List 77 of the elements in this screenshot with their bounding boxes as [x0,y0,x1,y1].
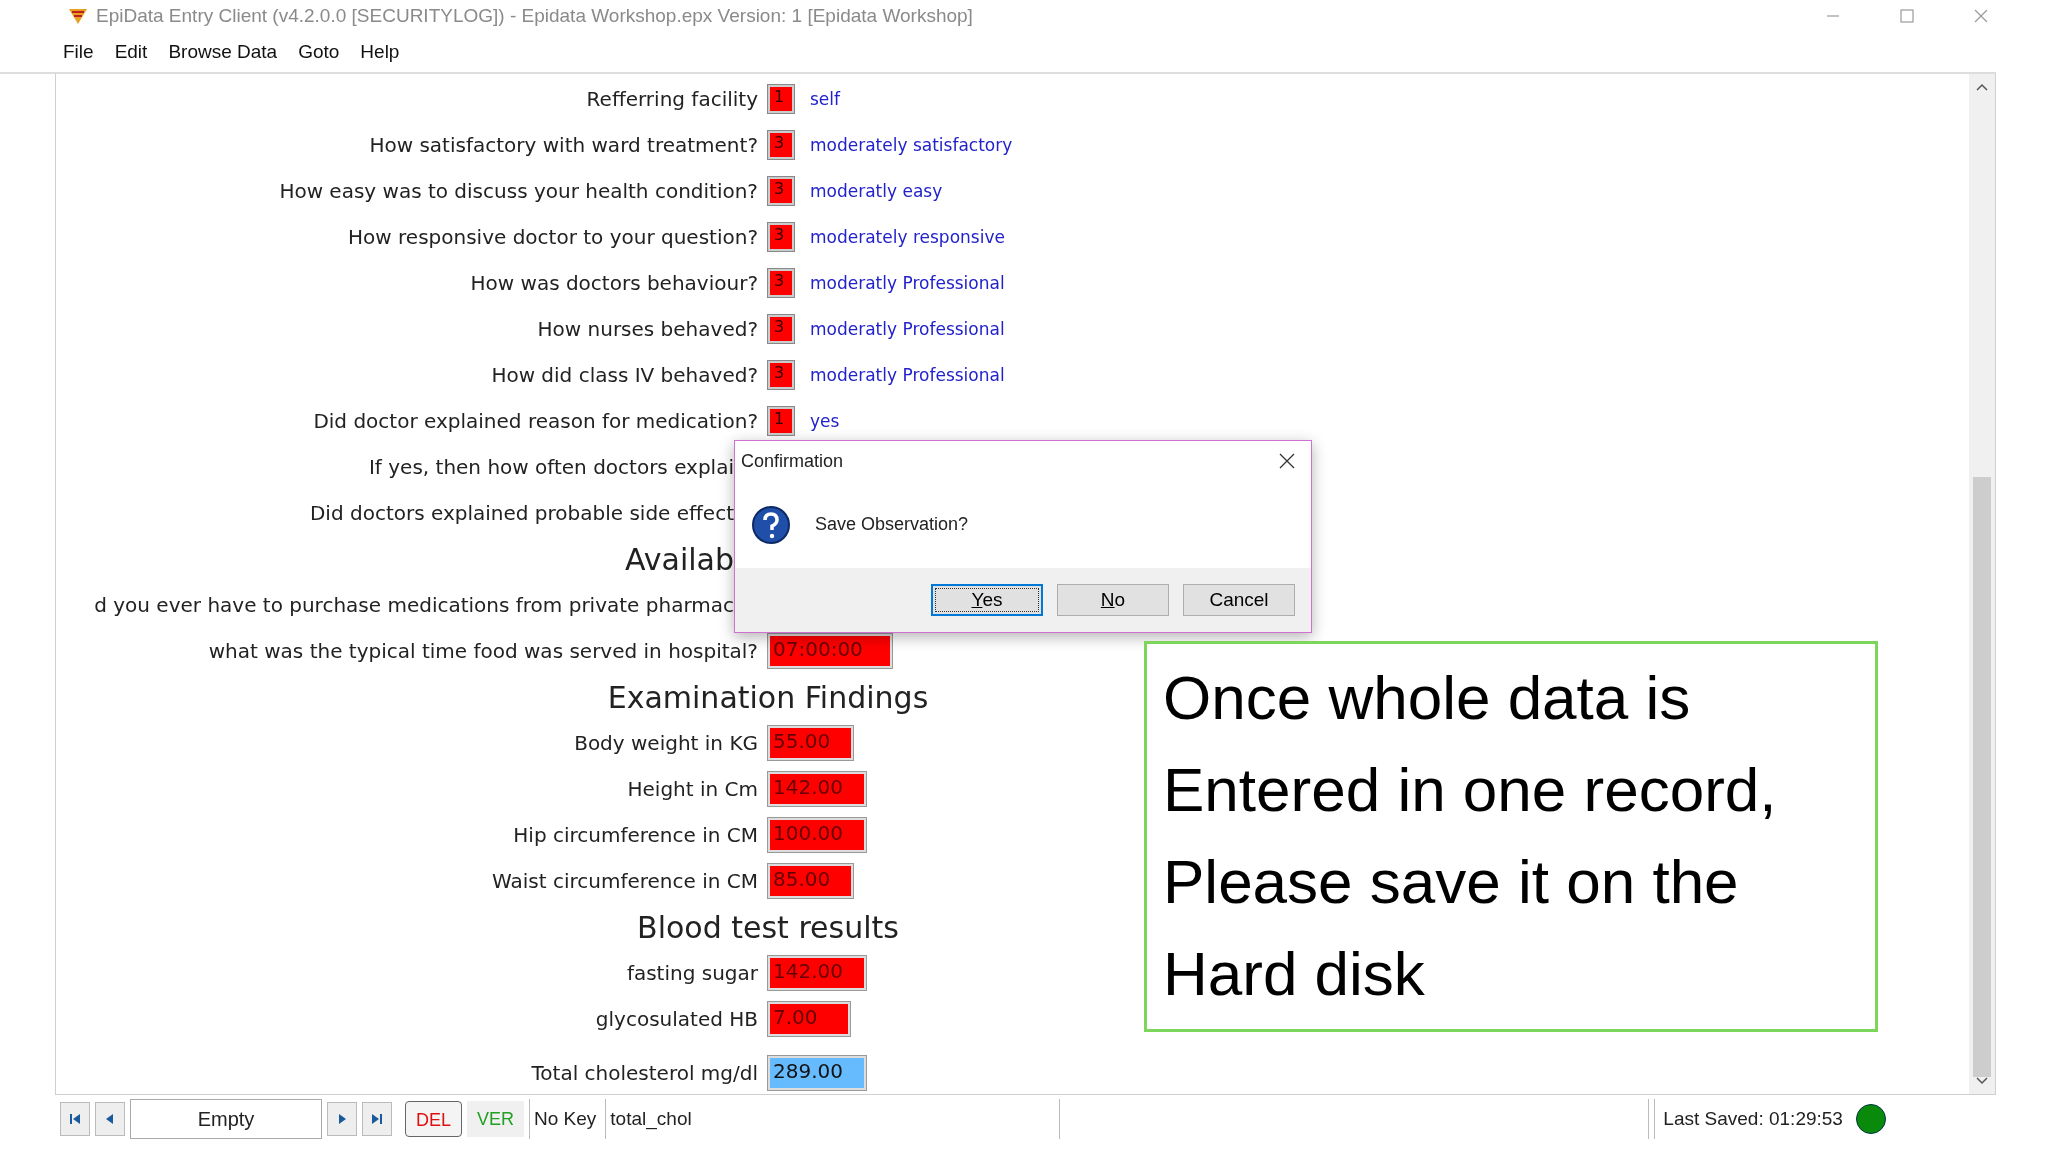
input-field[interactable]: 289.00 [768,1056,866,1090]
input-field[interactable]: 55.00 [768,726,853,760]
input-field[interactable]: 142.00 [768,772,866,806]
dialog-button[interactable]: No [1057,584,1169,616]
key-status: No Key [529,1099,601,1139]
field-label: Waist circumference in CM [491,869,758,893]
next-record-button[interactable] [327,1102,357,1136]
input-field[interactable]: 142.00 [768,956,866,990]
value-label: moderatly easy [810,181,943,201]
last-record-icon [370,1112,384,1126]
first-record-icon [68,1112,82,1126]
record-field[interactable]: Empty [130,1099,322,1139]
input-field[interactable]: 85.00 [768,864,853,898]
field-label: If yes, then how often doctors explai [367,455,734,479]
verify-label: VER [467,1101,525,1137]
previous-record-button[interactable] [95,1102,125,1136]
input-field[interactable]: 7.00 [768,1002,850,1036]
dialog-title: Confirmation [741,450,844,472]
menu-item[interactable]: Help [357,37,418,67]
status-dot-icon [1855,1104,1886,1134]
section-heading: Availab [624,541,734,577]
code-field[interactable]: 3 [768,315,794,343]
last-record-button[interactable] [362,1102,392,1136]
code-field[interactable]: 3 [768,177,794,205]
close-icon[interactable] [1279,453,1295,469]
last-saved: Last Saved: 01:29:53 [1654,1099,1851,1139]
value-label: moderately satisfactory [810,135,1013,155]
field-label: glycosulated HB [594,1007,758,1031]
code-field[interactable]: 1 [768,85,794,113]
menu-item[interactable]: Goto [295,37,358,67]
code-field[interactable]: 3 [768,269,794,297]
field-label: Total cholesterol mg/dl [530,1061,758,1085]
scroll-up-icon[interactable] [1975,82,1989,92]
input-field[interactable]: 07:00:00 [768,634,892,668]
field-label: How easy was to discuss your health condition? [278,179,758,203]
field-label: Did doctors explained probable side effect [308,501,734,525]
code-field[interactable]: 3 [768,361,794,389]
value-label: yes [810,411,840,431]
field-label: Did doctor explained reason for medication? [312,409,758,433]
field-label: Refferring facility [585,87,758,111]
value-label: self [810,89,841,109]
field-label: Hip circumference in CM [512,823,758,847]
value-label: moderately responsive [810,227,1005,247]
callout-note: Once whole data is Entered in one record, Please save it on the Hard disk [1144,641,1878,1032]
value-label: moderatly Professional [810,365,1005,385]
field-label: How responsive doctor to your question? [347,225,758,249]
app-logo-icon [68,7,88,25]
dialog-button[interactable]: Cancel [1183,584,1295,616]
field-label: How satisfactory with ward treatment? [368,133,758,157]
value-label: moderatly Professional [810,319,1005,339]
scrollbar-thumb[interactable] [1973,477,1991,1077]
dialog-button[interactable]: Yes [931,584,1043,616]
window-title: EpiData Entry Client (v4.2.0.0 [SECURITYLOG]) - Epidata Workshop.epx Version: 1 [Epidata Workshop] [96,5,973,27]
scroll-down-icon[interactable] [1975,1076,1989,1086]
dialog-message: Save Observation? [815,514,969,535]
menu-item[interactable]: Browse Data [165,37,296,67]
code-field[interactable]: 1 [768,407,794,435]
field-label: Height in Cm [626,777,758,801]
question-icon [751,504,791,545]
section-heading: Blood test results [637,909,899,945]
field-label: Body weight in KG [573,731,758,755]
field-label: what was the typical time food was served in hospital? [207,639,758,663]
field-label: fasting sugar [625,961,758,985]
field-label: How did class IV behaved? [490,363,758,387]
code-field[interactable]: 3 [768,131,794,159]
menu-item[interactable]: File [60,37,112,67]
code-field[interactable]: 3 [768,223,794,251]
field-label: How was doctors behaviour? [469,271,758,295]
delete-button[interactable]: DEL [405,1101,462,1137]
field-name: total_chol [605,1099,1055,1139]
field-label: d you ever have to purchase medications from private pharmac [93,593,734,617]
menu-item[interactable]: Edit [111,37,166,67]
input-field[interactable]: 100.00 [768,818,866,852]
first-record-button[interactable] [60,1102,90,1136]
section-heading: Examination Findings [607,679,929,715]
value-label: moderatly Professional [810,273,1005,293]
field-label: How nurses behaved? [536,317,758,341]
